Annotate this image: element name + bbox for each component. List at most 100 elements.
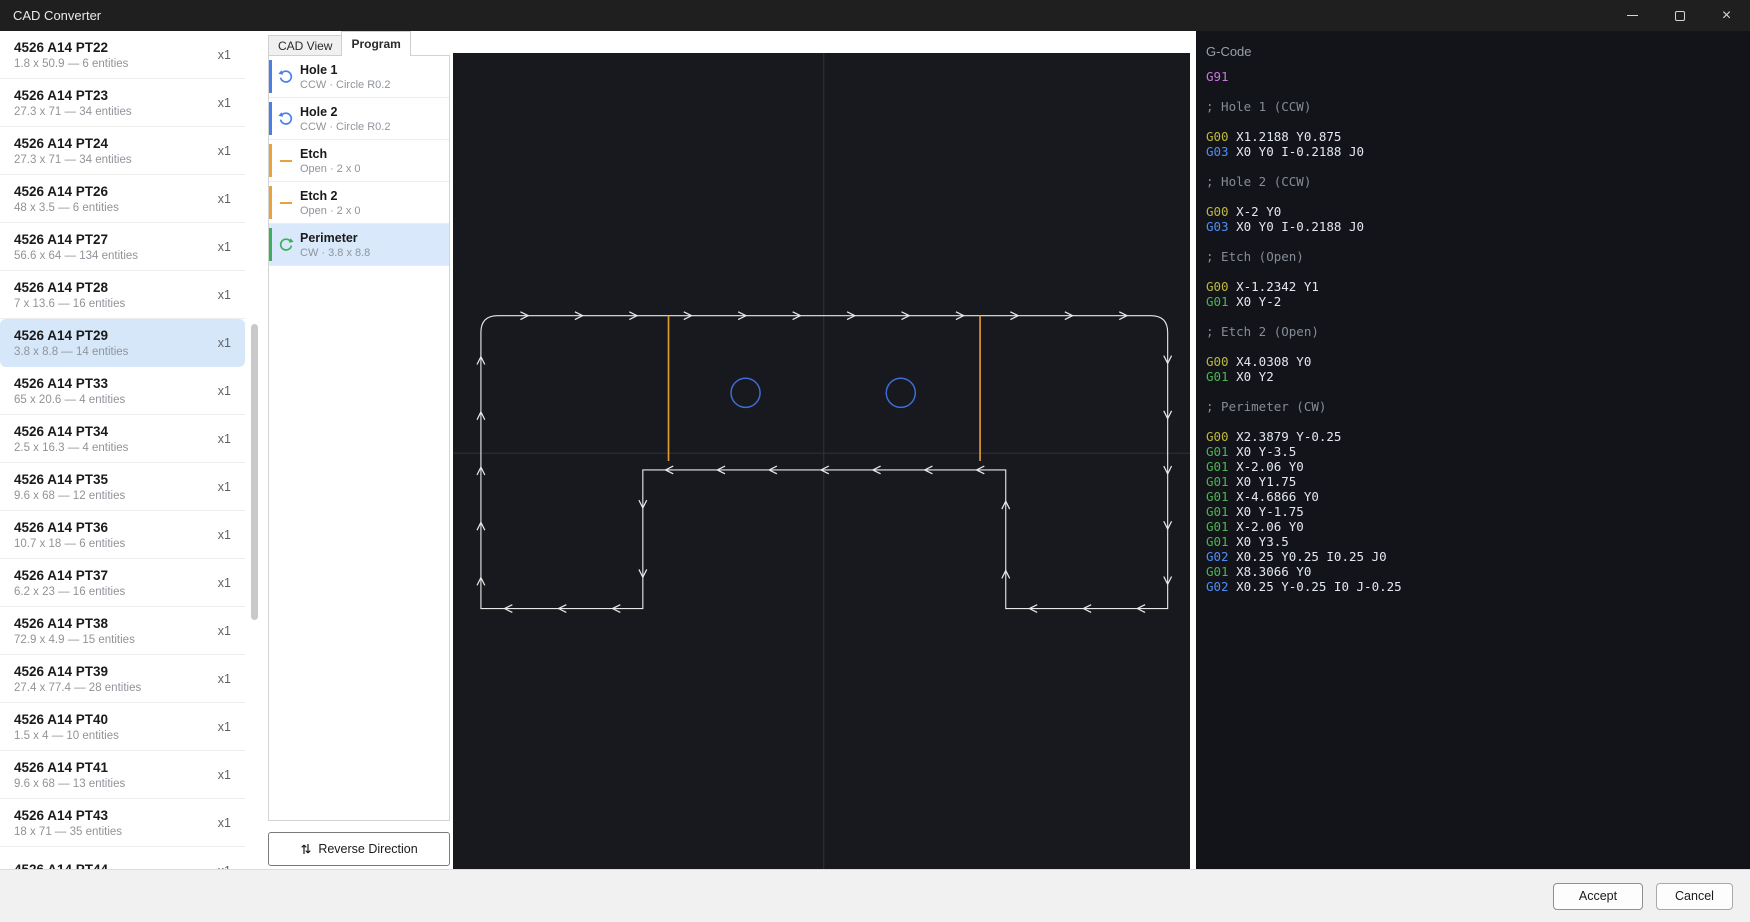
gcode-line: G02 X0.25 Y-0.25 I0 J-0.25 [1206,579,1750,594]
part-list-item[interactable]: 4526 A14 PT293.8 x 8.8 — 14 entitiesx1 [0,319,245,367]
operation-name: Perimeter [300,231,449,245]
part-quantity: x1 [218,288,231,302]
part-list-item[interactable]: 4526 A14 PT342.5 x 16.3 — 4 entitiesx1 [0,415,245,463]
operation-item[interactable]: Hole 2CCW · Circle R0.2 [269,98,449,140]
operation-name: Hole 1 [300,63,449,77]
part-name: 4526 A14 PT23 [14,88,132,103]
gcode-line: G01 X8.3066 Y0 [1206,564,1750,579]
part-text: 4526 A14 PT359.6 x 68 — 12 entities [14,472,125,502]
part-list-item[interactable]: 4526 A14 PT419.6 x 68 — 13 entitiesx1 [0,751,245,799]
part-name: 4526 A14 PT43 [14,808,122,823]
gcode-line: G01 X0 Y-1.75 [1206,504,1750,519]
gcode-line: ; Etch 2 (Open) [1206,324,1750,339]
part-name: 4526 A14 PT22 [14,40,128,55]
part-list-item[interactable]: 4526 A14 PT2756.6 x 64 — 134 entitiesx1 [0,223,245,271]
gcode-line: G01 X0 Y1.75 [1206,474,1750,489]
titlebar: CAD Converter × [0,0,1750,31]
part-list-item[interactable]: 4526 A14 PT401.5 x 4 — 10 entitiesx1 [0,703,245,751]
minimize-button[interactable] [1609,0,1656,31]
part-list-item[interactable]: 4526 A14 PT2327.3 x 71 — 34 entitiesx1 [0,79,245,127]
close-button[interactable]: × [1703,0,1750,31]
operation-item[interactable]: Etch 2Open · 2 x 0 [269,182,449,224]
operation-item[interactable]: Hole 1CCW · Circle R0.2 [269,56,449,98]
gcode-line [1206,189,1750,204]
part-text: 4526 A14 PT2327.3 x 71 — 34 entities [14,88,132,118]
part-details: 10.7 x 18 — 6 entities [14,538,125,550]
part-list-item[interactable]: 4526 A14 PT3927.4 x 77.4 — 28 entitiesx1 [0,655,245,703]
gcode-panel: G-Code G91; Hole 1 (CCW)G00 X1.2188 Y0.8… [1196,31,1750,869]
gcode-line [1206,384,1750,399]
part-list-item[interactable]: 4526 A14 PT36 10.7 x 18 — 6 entities x1 [0,511,245,559]
gcode-line: G91 [1206,69,1750,84]
cad-canvas[interactable] [453,53,1190,869]
gcode-line [1206,114,1750,129]
parts-scrollbar-thumb[interactable] [251,324,258,620]
operation-item[interactable]: PerimeterCW · 3.8 x 8.8 [269,224,449,266]
operation-name: Etch [300,147,449,161]
part-list-item[interactable]: 4526 A14 PT4318 x 71 — 35 entitiesx1 [0,799,245,847]
part-name: 4526 A14 PT29 [14,328,128,343]
part-text: 4526 A14 PT287 x 13.6 — 16 entities [14,280,125,310]
operation-accent-bar [269,60,272,93]
parts-scrollbar[interactable] [249,31,259,869]
part-list-item[interactable]: 4526 A14 PT3365 x 20.6 — 4 entities x1 [0,367,245,415]
gcode-line: G03 X0 Y0 I-0.2188 J0 [1206,144,1750,159]
window-title: CAD Converter [0,8,101,23]
cancel-button[interactable]: Cancel [1656,883,1733,910]
part-quantity: x1 [218,432,231,446]
part-details: 1.5 x 4 — 10 entities [14,730,119,742]
cw-circle-icon [278,237,294,253]
part-text: 4526 A14 PT2427.3 x 71 — 34 entities [14,136,132,166]
part-details: 27.4 x 77.4 — 28 entities [14,682,141,694]
part-details: 72.9 x 4.9 — 15 entities [14,634,135,646]
gcode-line [1206,159,1750,174]
part-quantity: x1 [218,192,231,206]
operation-accent-bar [269,102,272,135]
part-name: 4526 A14 PT35 [14,472,125,487]
part-quantity: x1 [218,816,231,830]
gcode-line: G01 X0 Y-3.5 [1206,444,1750,459]
gcode-line: G01 X-2.06 Y0 [1206,519,1750,534]
part-quantity: x1 [218,624,231,638]
part-quantity: x1 [218,384,231,398]
part-list-item[interactable]: 4526 A14 PT376.2 x 23 — 16 entitiesx1 [0,559,245,607]
part-name: 4526 A14 PT41 [14,760,125,775]
part-list-item[interactable]: 4526 A14 PT3872.9 x 4.9 — 15 entitiesx1 [0,607,245,655]
operation-item[interactable]: EtchOpen · 2 x 0 [269,140,449,182]
part-name: 4526 A14 PT34 [14,424,128,439]
reverse-direction-icon [300,842,312,856]
part-text: 4526 A14 PT3365 x 20.6 — 4 entities [14,376,125,406]
operations-list: Hole 1CCW · Circle R0.2Hole 2CCW · Circl… [269,56,449,266]
part-text: 4526 A14 PT3927.4 x 77.4 — 28 entities [14,664,141,694]
part-list-item[interactable]: 4526 A14 PT287 x 13.6 — 16 entities x1 [0,271,245,319]
part-details: 65 x 20.6 — 4 entities [14,394,125,406]
tab-program[interactable]: Program [341,31,410,56]
part-quantity: x1 [218,240,231,254]
window-controls: × [1609,0,1750,31]
part-name: 4526 A14 PT24 [14,136,132,151]
program-tab-page: Hole 1CCW · Circle R0.2Hole 2CCW · Circl… [268,55,450,821]
operation-accent-bar [269,228,272,261]
part-list-item[interactable]: 4526 A14 PT44x1 [0,847,245,869]
part-list-item[interactable]: 4526 A14 PT221.8 x 50.9 — 6 entitiesx1 [0,31,245,79]
part-quantity: x1 [218,48,231,62]
part-quantity: x1 [218,528,231,542]
footer-bar: Accept Cancel [0,869,1750,922]
operation-accent-bar [269,144,272,177]
part-list-item[interactable]: 4526 A14 PT2427.3 x 71 — 34 entitiesx1 [0,127,245,175]
part-list-item[interactable]: 4526 A14 PT2648 x 3.5 — 6 entitiesx1 [0,175,245,223]
reverse-direction-button[interactable]: Reverse Direction [268,832,450,866]
part-name: 4526 A14 PT36 [14,520,125,535]
gcode-lines: G91; Hole 1 (CCW)G00 X1.2188 Y0.875G03 X… [1196,69,1750,594]
part-details: 3.8 x 8.8 — 14 entities [14,346,128,358]
gcode-line: G01 X-2.06 Y0 [1206,459,1750,474]
operation-details: CCW · Circle R0.2 [300,121,449,133]
hole-circle [886,378,915,407]
accept-button[interactable]: Accept [1553,883,1643,910]
maximize-button[interactable] [1656,0,1703,31]
part-list-item[interactable]: 4526 A14 PT359.6 x 68 — 12 entitiesx1 [0,463,245,511]
tab-cad-view[interactable]: CAD View [268,35,342,56]
gcode-line: G02 X0.25 Y0.25 I0.25 J0 [1206,549,1750,564]
part-text: 4526 A14 PT36 10.7 x 18 — 6 entities [14,520,125,550]
gcode-line: G00 X1.2188 Y0.875 [1206,129,1750,144]
